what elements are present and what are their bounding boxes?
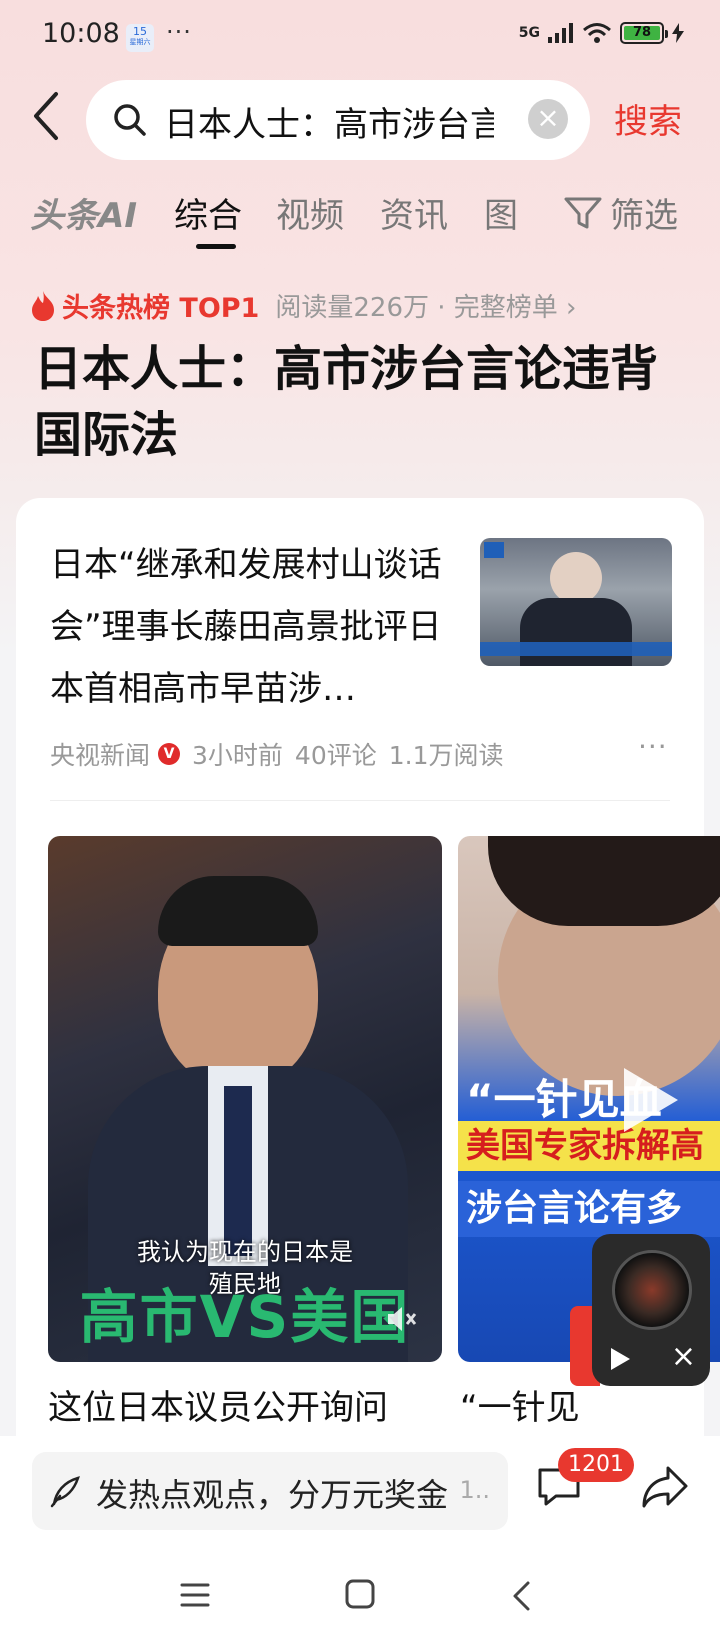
wifi-icon (583, 23, 611, 43)
tab-ai[interactable]: 头条AI (30, 188, 137, 237)
verified-icon: V (158, 743, 181, 765)
comment-more: 1.. (459, 1476, 490, 1504)
tab-news[interactable]: 资讯 (380, 188, 448, 237)
filter-label: 筛选 (610, 196, 678, 236)
video-subtitle-line1: 我认为现在的日本是 (137, 1238, 353, 1266)
notification-dots-icon: ··· (166, 18, 192, 46)
mini-player[interactable]: × (592, 1234, 710, 1386)
video-overlay-line3: 涉台言论有多 (458, 1181, 720, 1237)
tab-active-indicator (196, 244, 236, 249)
share-icon[interactable] (640, 1464, 690, 1510)
close-icon[interactable]: × (671, 1342, 696, 1372)
page-title: 日本人士：高市涉台言论违背国际法 (34, 341, 659, 463)
article-thumbnail[interactable] (480, 538, 672, 666)
play-icon[interactable] (618, 1064, 682, 1136)
tab-video[interactable]: 视频 (276, 188, 344, 237)
article-title[interactable]: 日本“继承和发展村山谈话会”理事长藤田高景批评日本首相高市早苗涉… (50, 534, 470, 720)
article-source[interactable]: 央视新闻 (50, 736, 150, 772)
article-reads: 1.1万阅读 (388, 741, 504, 770)
hot-rank-tag: 头条热榜 TOP1 (62, 293, 260, 324)
status-time: 10:08 (42, 18, 120, 49)
divider (50, 800, 670, 801)
pen-icon (50, 1476, 80, 1508)
flame-icon (32, 290, 54, 321)
calendar-badge-day: 15 (133, 25, 147, 38)
charging-icon (672, 23, 684, 43)
nav-back-icon[interactable] (510, 1580, 532, 1612)
chevron-left-icon (34, 92, 58, 140)
hot-meta[interactable]: 阅读量226万 · 完整榜单 › (275, 287, 576, 324)
article-time: 3小时前 (192, 741, 283, 770)
video-thumbnail-1[interactable]: 我认为现在的日本是 殖民地 高市VS美国 (48, 836, 442, 1362)
video-overlay-text: 高市VS美国 (79, 1283, 411, 1351)
clear-icon[interactable]: × (528, 99, 568, 139)
home-icon[interactable] (344, 1578, 376, 1610)
hot-list-row[interactable]: 头条热榜 TOP1 阅读量226万 · 完整榜单 › (30, 286, 576, 325)
tab-all[interactable]: 综合 (174, 188, 242, 237)
filter-button[interactable]: 筛选 (564, 188, 678, 237)
article-meta: 央视新闻 V 3小时前 40评论 1.1万阅读 (50, 736, 504, 772)
mute-icon[interactable] (386, 1304, 418, 1334)
comment-input[interactable]: 发热点观点，分万元奖金 1.. (32, 1452, 508, 1530)
search-input[interactable]: 日本人士：高市涉台言论违背国际法 × (86, 80, 590, 160)
network-type: 5G (518, 25, 540, 41)
video-caption-1[interactable]: 这位日本议员公开询问 (48, 1380, 388, 1429)
signal-icon (548, 23, 573, 43)
calendar-badge-icon: 15 星期六 (126, 24, 154, 52)
search-icon (114, 104, 146, 136)
back-button[interactable] (28, 90, 72, 150)
battery-level: 78 (624, 26, 660, 40)
status-icons: 5G 78 (519, 22, 684, 44)
tab-images[interactable]: 图 (484, 188, 518, 237)
comment-count-badge: 1201 (558, 1448, 634, 1482)
battery-icon: 78 (620, 22, 668, 44)
menu-icon[interactable] (180, 1582, 210, 1608)
calendar-badge-text: 星期六 (129, 38, 151, 46)
video-caption-2[interactable]: “一针见 (460, 1380, 580, 1429)
filter-icon (564, 197, 602, 228)
search-button[interactable]: 搜索 (614, 94, 682, 143)
comment-placeholder: 发热点观点，分万元奖金 (96, 1476, 449, 1514)
play-icon[interactable] (608, 1346, 632, 1372)
more-options-icon[interactable]: ··· (638, 730, 668, 763)
article-comments: 40评论 (294, 741, 377, 770)
search-query[interactable]: 日本人士：高市涉台言论违背国际法 (164, 97, 494, 146)
album-disc-icon (612, 1250, 692, 1330)
